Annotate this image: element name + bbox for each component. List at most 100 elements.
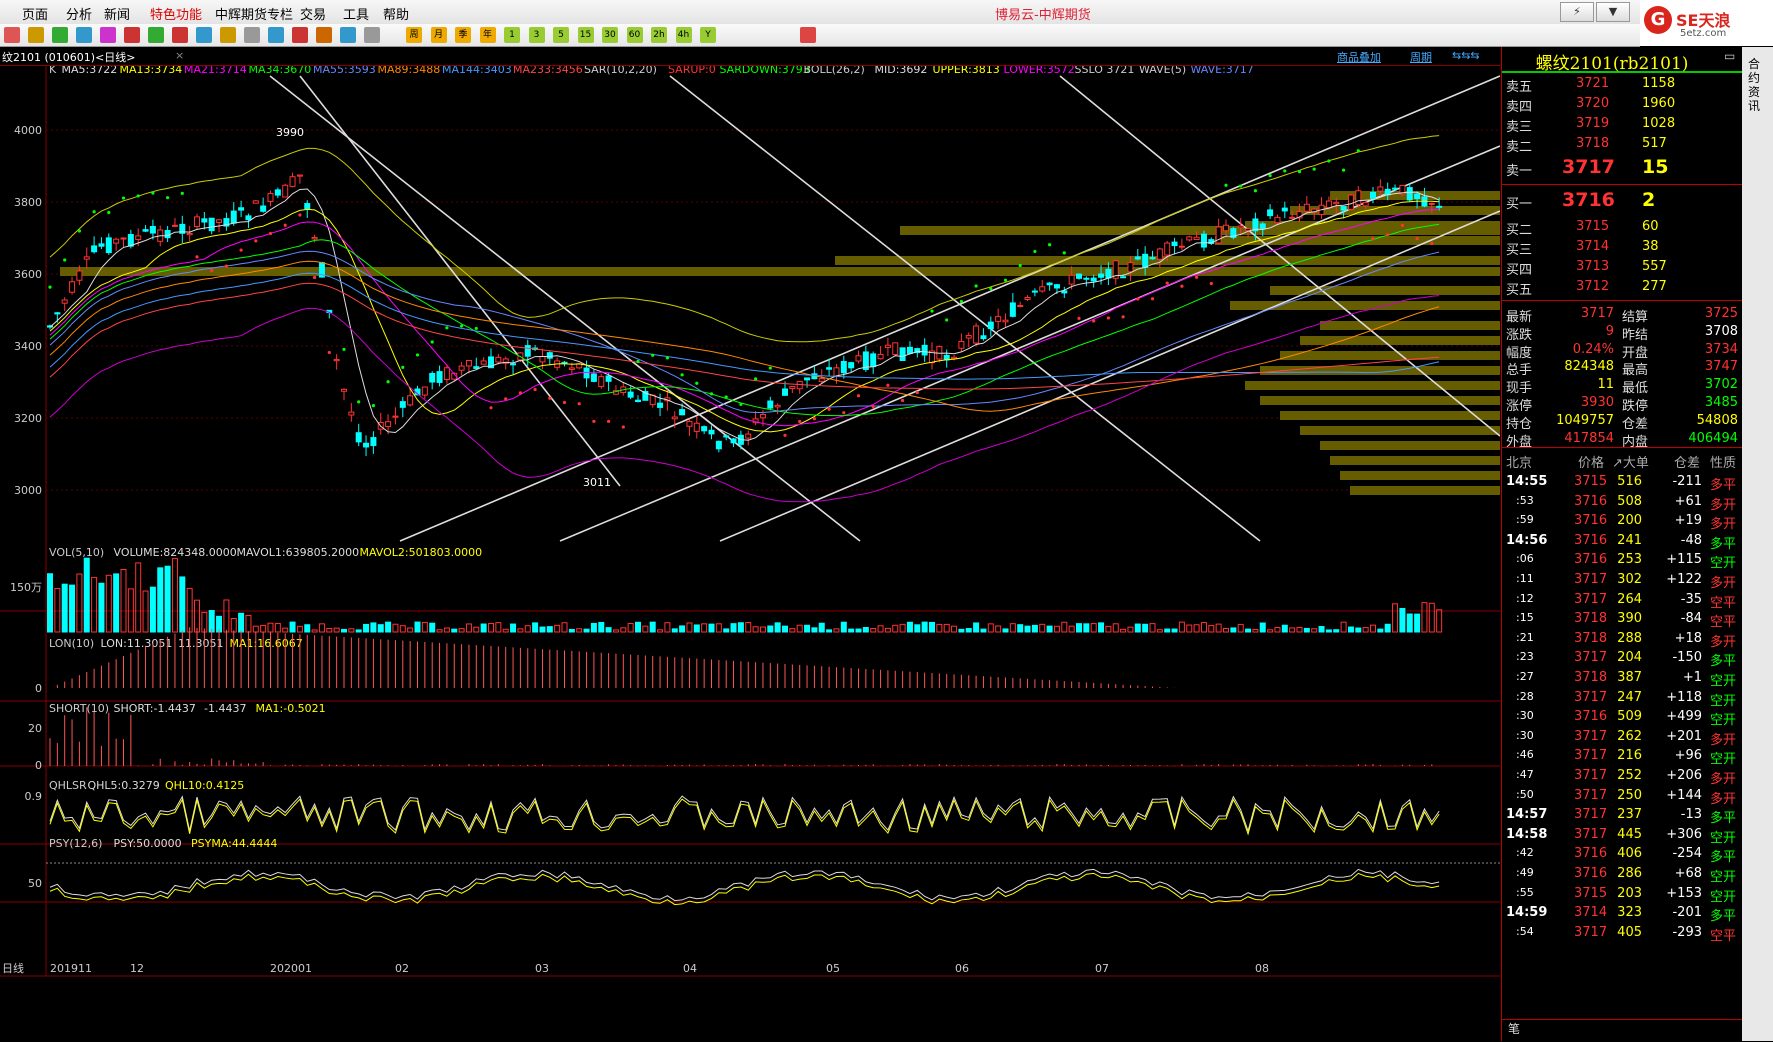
overlay-link[interactable]: 商品叠加 bbox=[1337, 49, 1381, 65]
menu-item[interactable]: 中辉期货专栏 bbox=[215, 4, 293, 23]
menu-item[interactable]: 页面 bbox=[22, 4, 48, 23]
period-button[interactable]: 周 bbox=[406, 27, 422, 43]
menu-item[interactable]: 帮助 bbox=[383, 4, 409, 23]
print-icon[interactable] bbox=[800, 27, 816, 43]
menu-item[interactable]: 工具 bbox=[343, 4, 369, 23]
indicator-label: UPPER:3813 bbox=[933, 66, 1000, 76]
sar-dot bbox=[592, 419, 596, 423]
menu-item[interactable]: 新闻 bbox=[104, 4, 130, 23]
toolbar-icon[interactable] bbox=[268, 27, 284, 43]
volume-bar bbox=[1333, 629, 1340, 633]
contract-tab[interactable]: 纹2101 (010601)<日线> bbox=[2, 49, 136, 65]
toolbar-icon[interactable] bbox=[196, 27, 212, 43]
indicator-label: WAVE:3717 bbox=[1191, 66, 1254, 76]
menu-item[interactable]: 交易 bbox=[300, 4, 326, 23]
period-button[interactable]: 月 bbox=[430, 27, 447, 43]
tick-time: :11 bbox=[1516, 572, 1534, 585]
sar-dot bbox=[1283, 169, 1287, 173]
ask-row[interactable]: 卖二 3718 517 bbox=[1502, 134, 1742, 155]
toolbar-icon[interactable] bbox=[148, 27, 164, 43]
stat-row: 外盘 417854 内盘 406494 bbox=[1502, 429, 1742, 450]
toolbar-icon[interactable] bbox=[100, 27, 116, 43]
lightning-button[interactable]: ⚡ bbox=[1560, 2, 1594, 22]
bid-row[interactable]: 买一 3716 2 bbox=[1502, 187, 1742, 215]
y-tick-label: 3000 bbox=[14, 484, 42, 497]
period-button[interactable]: 5 bbox=[553, 27, 569, 43]
panel-toggle-icon[interactable]: ▭ bbox=[1724, 49, 1735, 63]
tick-volume: 516 bbox=[1617, 474, 1642, 489]
volume-bar bbox=[113, 573, 120, 633]
period-button[interactable]: Y bbox=[700, 27, 716, 43]
candle-body bbox=[1039, 286, 1046, 292]
bid-row[interactable]: 买二 3715 60 bbox=[1502, 217, 1742, 238]
menu-item[interactable]: 特色功能 bbox=[150, 4, 202, 23]
period-button[interactable]: 季 bbox=[455, 27, 471, 43]
sar-dot bbox=[1268, 174, 1272, 178]
toolbar-icon[interactable] bbox=[172, 27, 188, 43]
toolbar-icon[interactable] bbox=[244, 27, 260, 43]
volume-bar bbox=[1009, 623, 1016, 633]
moving-average-line bbox=[49, 260, 1440, 412]
indicator-label: SSLO 3721 bbox=[1075, 66, 1135, 76]
kline-chart[interactable]: K MA5:3722 MA13:3734 MA21:3714 MA34:3670 MA55… bbox=[0, 66, 1500, 1041]
sar-dot bbox=[1003, 278, 1008, 282]
bid-row[interactable]: 买三 3714 38 bbox=[1502, 237, 1742, 258]
brand-url: 5etz.com bbox=[1680, 28, 1727, 39]
ask-row[interactable]: 卖五 3721 1158 bbox=[1502, 74, 1742, 95]
toolbar-icon[interactable] bbox=[292, 27, 308, 43]
menu-item[interactable]: 分析 bbox=[66, 4, 92, 23]
ask-label: 卖一 bbox=[1506, 164, 1533, 179]
nav-arrows-icon[interactable]: ⇆⇆⇆ bbox=[1452, 49, 1480, 62]
toolbar-icon[interactable] bbox=[28, 27, 44, 43]
toolbar-icon[interactable] bbox=[316, 27, 332, 43]
tick-position-change: +1 bbox=[1682, 670, 1702, 685]
period-link[interactable]: 周期 bbox=[1410, 49, 1432, 65]
period-button[interactable]: 年 bbox=[479, 27, 496, 43]
candle-body bbox=[561, 361, 568, 364]
candle-body bbox=[385, 421, 392, 427]
ask-row[interactable]: 卖一 3717 15 bbox=[1502, 154, 1742, 182]
period-button[interactable]: 2h bbox=[651, 27, 667, 43]
sar-dot bbox=[665, 356, 670, 360]
sar-dot bbox=[1415, 237, 1419, 241]
tick-position-change: +306 bbox=[1666, 826, 1702, 842]
volume-bar bbox=[627, 623, 634, 633]
volume-bar bbox=[605, 627, 612, 633]
period-button[interactable]: 60 bbox=[626, 27, 643, 43]
bid-row[interactable]: 买五 3712 277 bbox=[1502, 277, 1742, 298]
toolbar-icon[interactable] bbox=[4, 27, 20, 43]
menu-bar: 页面 分析 新闻 特色功能 中辉期货专栏 交易 工具 帮助 博易云-中辉期货 ⚡ ▼ bbox=[0, 0, 1773, 25]
toolbar-icon[interactable] bbox=[340, 27, 356, 43]
toolbar-icon[interactable] bbox=[124, 27, 140, 43]
tab-close-icon[interactable]: × bbox=[175, 49, 184, 62]
candle-body bbox=[201, 218, 208, 223]
tick-position-change: +206 bbox=[1666, 768, 1702, 783]
candle-body bbox=[833, 367, 840, 377]
volume-bar bbox=[892, 624, 899, 633]
toolbar-icon[interactable] bbox=[364, 27, 380, 43]
indicator-label: PSYMA:44.4444 bbox=[191, 837, 277, 850]
toolbar-icon[interactable] bbox=[76, 27, 92, 43]
bid-row[interactable]: 买四 3713 557 bbox=[1502, 257, 1742, 278]
sar-dot bbox=[621, 425, 625, 429]
volume-bar bbox=[987, 623, 994, 633]
period-button[interactable]: 30 bbox=[602, 27, 618, 43]
sar-dot bbox=[1386, 233, 1390, 237]
period-button[interactable]: 1 bbox=[504, 27, 520, 43]
toolbar-icon[interactable] bbox=[52, 27, 68, 43]
period-button[interactable]: 4h bbox=[675, 27, 692, 43]
tick-price: 3714 bbox=[1574, 905, 1608, 921]
ask-row[interactable]: 卖三 3719 1028 bbox=[1502, 114, 1742, 135]
side-tab[interactable]: 合约资讯 bbox=[1742, 47, 1773, 1041]
volume-bar bbox=[635, 621, 641, 633]
period-button[interactable]: 3 bbox=[528, 27, 545, 43]
period-button[interactable]: 15 bbox=[577, 27, 594, 43]
volume-profile-bar bbox=[1280, 411, 1500, 420]
volume-bar bbox=[1076, 623, 1082, 633]
settings-button[interactable]: ▼ bbox=[1596, 2, 1630, 22]
volume-bar bbox=[1039, 623, 1046, 633]
ask-row[interactable]: 卖四 3720 1960 bbox=[1502, 94, 1742, 115]
toolbar-icon[interactable] bbox=[220, 27, 236, 43]
volume-bar bbox=[1252, 628, 1259, 633]
volume-bar bbox=[943, 623, 950, 633]
